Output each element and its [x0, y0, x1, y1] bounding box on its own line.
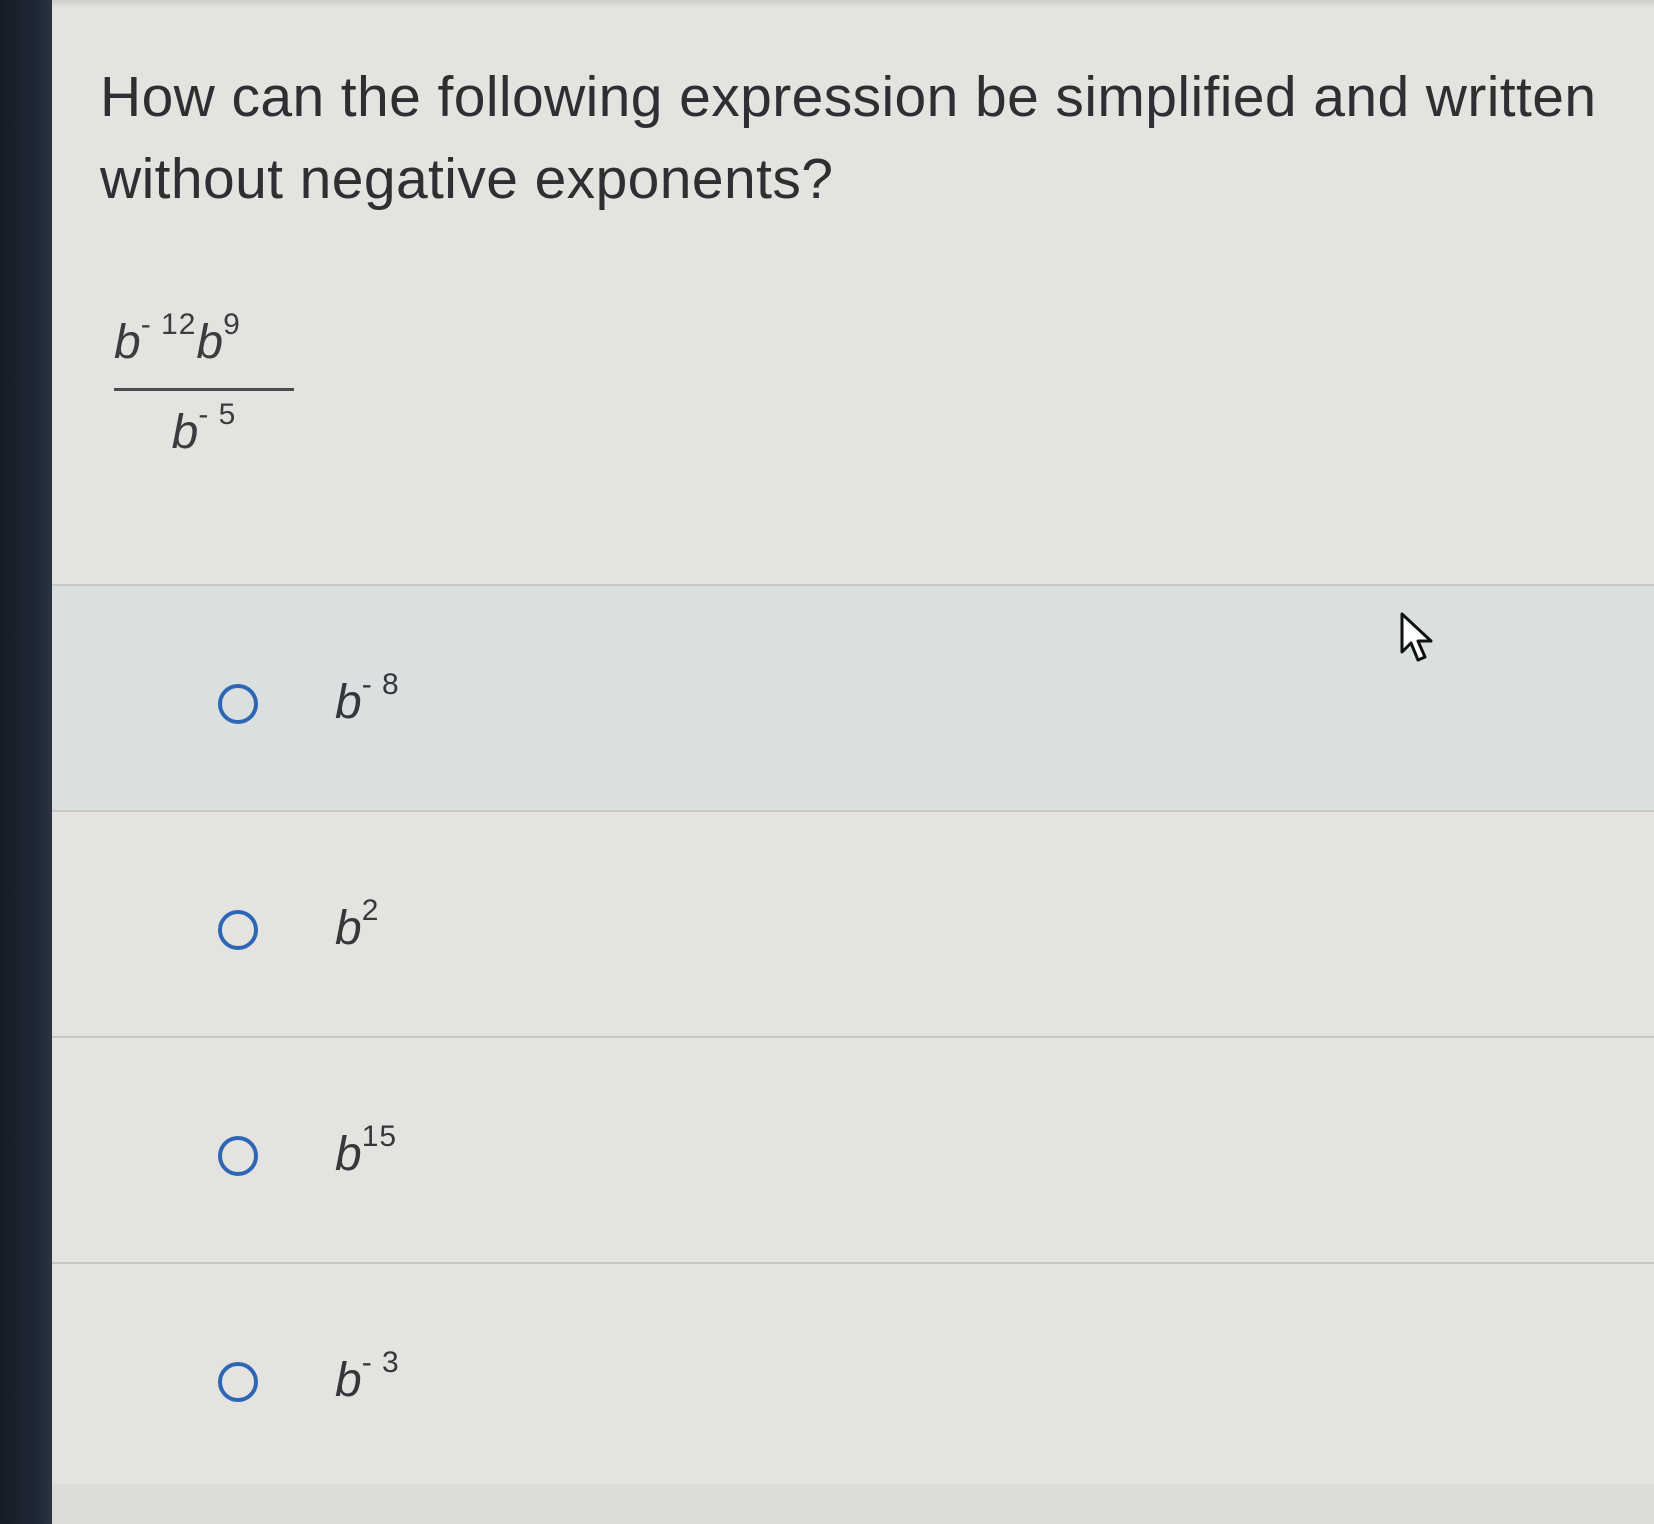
- screen-bezel: [0, 0, 52, 1524]
- question-panel: How can the following expression be simp…: [52, 8, 1654, 1524]
- radio-button-2[interactable]: [218, 910, 258, 950]
- answer-option-1-expression: b- 8: [335, 668, 400, 738]
- numerator-term-1-exponent: - 12: [140, 308, 197, 341]
- question-text: How can the following expression be simp…: [100, 65, 1597, 211]
- answer-option-2-exponent: 2: [361, 894, 380, 927]
- answer-options: b- 8 b2 b15 b- 3: [52, 584, 1654, 1488]
- mouse-pointer-arrow-icon: [1400, 612, 1433, 662]
- answer-option-2-expression: b2: [335, 894, 379, 964]
- bottom-divider-strip: [52, 1484, 1654, 1524]
- fraction-numerator: b- 12b9: [114, 308, 294, 380]
- answer-option-1-exponent: - 8: [361, 668, 400, 701]
- radio-button-3[interactable]: [218, 1136, 258, 1176]
- answer-option-4-expression: b- 3: [335, 1346, 400, 1416]
- answer-option-4[interactable]: b- 3: [52, 1262, 1654, 1488]
- expression-fraction: b- 12b9 b- 5: [114, 308, 294, 478]
- radio-button-4[interactable]: [218, 1362, 258, 1402]
- numerator-term-2-exponent: 9: [223, 308, 241, 341]
- numerator-term-1: b- 12: [114, 308, 196, 369]
- numerator-term-2: b9: [196, 308, 240, 369]
- answer-option-3-exponent: 15: [361, 1120, 398, 1153]
- answer-option-3[interactable]: b15: [52, 1036, 1654, 1262]
- denominator-exponent: - 5: [198, 398, 237, 431]
- answer-option-3-base: b: [335, 1128, 362, 1181]
- fraction-bar: [114, 388, 294, 391]
- numerator-term-1-base: b: [114, 316, 141, 369]
- fraction-denominator: b- 5: [114, 398, 294, 470]
- screen-top-edge: [52, 0, 1654, 8]
- answer-option-3-expression: b15: [335, 1120, 397, 1190]
- answer-option-4-base: b: [335, 1354, 362, 1407]
- denominator-base: b: [171, 406, 199, 459]
- radio-button-1[interactable]: [218, 684, 258, 724]
- answer-option-2-base: b: [335, 902, 362, 955]
- answer-option-1-base: b: [335, 676, 362, 729]
- numerator-term-2-base: b: [196, 316, 224, 369]
- answer-option-4-exponent: - 3: [361, 1346, 400, 1379]
- answer-option-2[interactable]: b2: [52, 810, 1654, 1036]
